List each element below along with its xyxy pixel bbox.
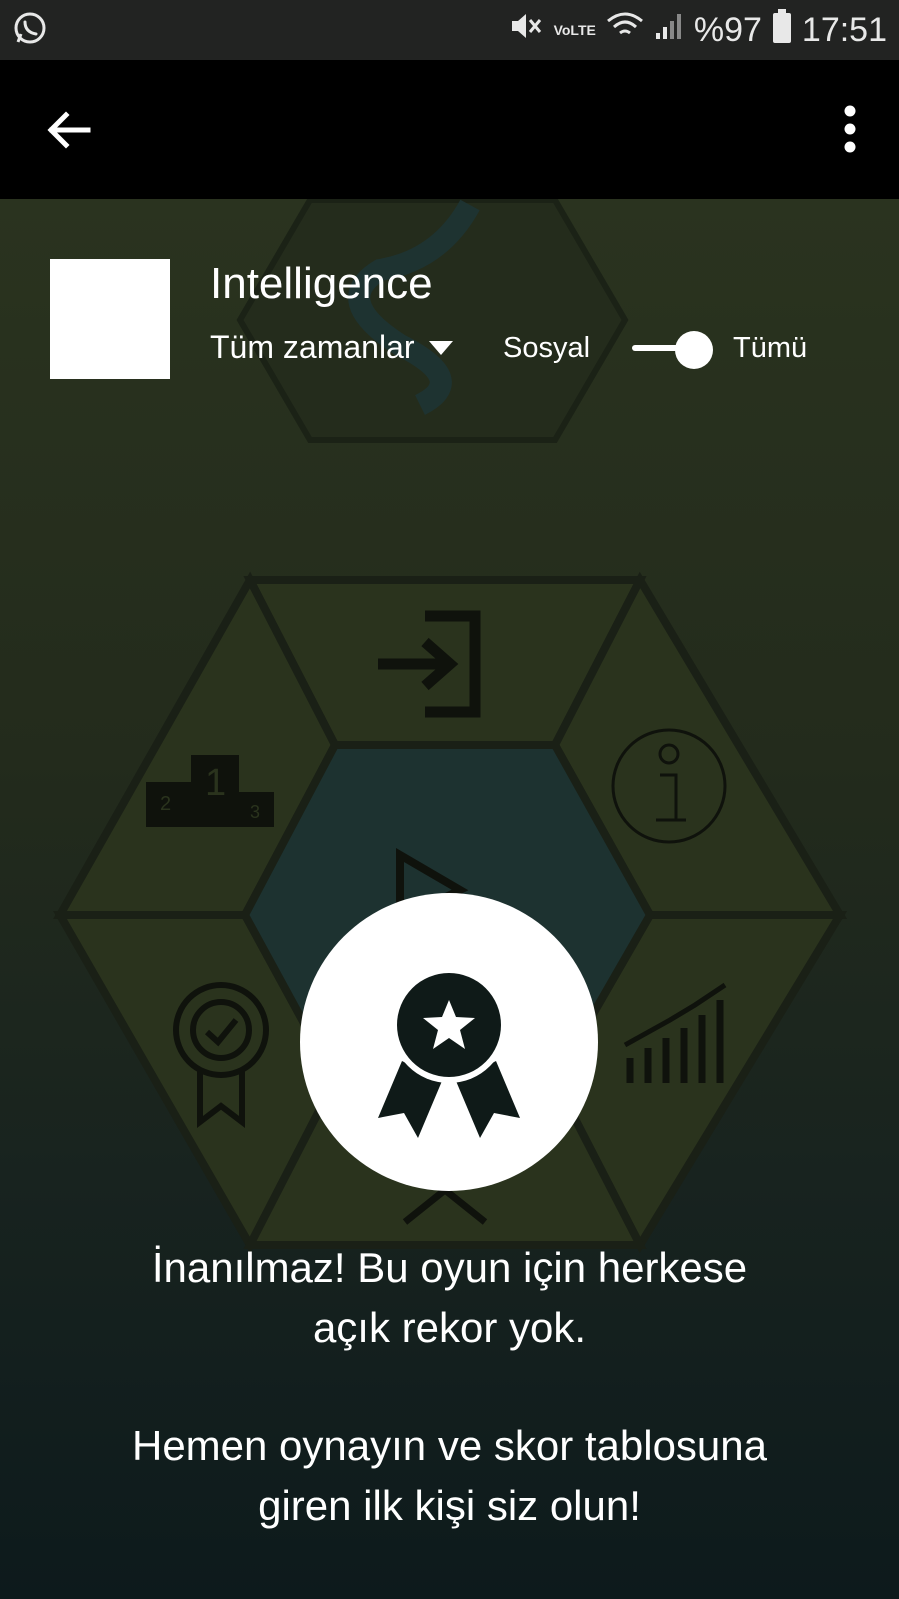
time-filter-label: Tüm zamanlar: [210, 329, 415, 365]
battery-percent: %97: [693, 10, 762, 49]
empty-state-message: İnanılmaz! Bu oyun için herkese açık rek…: [0, 1238, 899, 1536]
message-line-2: açık rekor yok.: [312, 1304, 587, 1351]
status-time: 17:51: [801, 10, 887, 49]
award-ribbon-icon: [378, 967, 520, 1138]
all-label: Tümü: [733, 332, 808, 364]
battery-icon: [772, 8, 792, 52]
message-line-3: Hemen oynayın ve skor tablosuna: [131, 1422, 768, 1469]
signal-icon: [654, 11, 684, 50]
award-badge: [300, 893, 598, 1191]
mute-vibrate-icon: [508, 9, 544, 52]
game-title: Intelligence: [210, 259, 433, 308]
svg-text:1: 1: [205, 762, 226, 804]
more-options-button[interactable]: [835, 100, 865, 160]
volte-label: VoLTE: [553, 22, 596, 38]
toggle-knob: [675, 331, 713, 369]
social-label: Sosyal: [503, 332, 591, 364]
svg-text:2: 2: [160, 793, 171, 815]
time-filter-dropdown[interactable]: Tüm zamanlar: [210, 329, 453, 366]
social-all-toggle[interactable]: [630, 329, 714, 369]
svg-text:3: 3: [250, 802, 260, 822]
status-bar: VoLTE %97 17:51: [0, 0, 899, 60]
message-line-4: giren ilk kişi siz olun!: [258, 1482, 641, 1529]
whatsapp-icon: [12, 10, 48, 51]
leaderboard-header: Intelligence Tüm zamanlar Sosyal Tümü: [0, 199, 899, 399]
back-button[interactable]: [38, 100, 98, 160]
volte-icon: VoLTE: [554, 23, 596, 37]
arrow-back-icon: [47, 111, 91, 149]
dropdown-caret-icon: [428, 340, 453, 355]
more-vert-icon: [844, 105, 856, 153]
message-line-1: İnanılmaz! Bu oyun için herkese: [151, 1244, 748, 1291]
wifi-icon: [606, 11, 644, 50]
app-bar: [0, 60, 899, 199]
game-thumbnail: [50, 259, 170, 379]
